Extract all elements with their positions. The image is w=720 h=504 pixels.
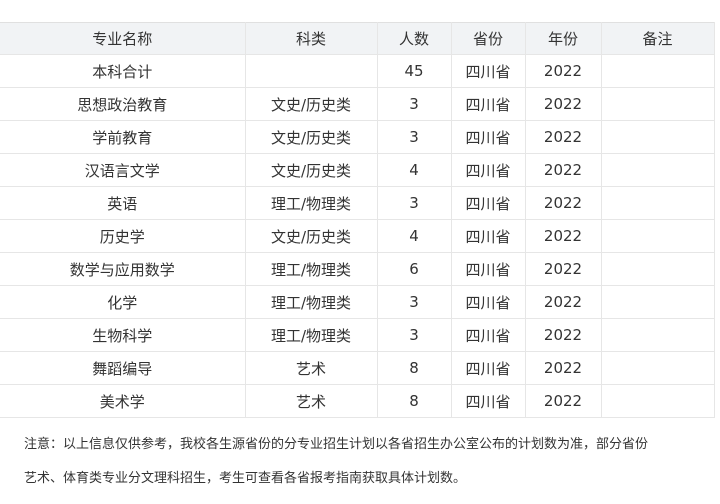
cell-year: 2022 (525, 285, 602, 319)
table-row: 学前教育 文史/历史类 3 四川省 2022 (0, 120, 715, 154)
cell-category: 理工/物理类 (245, 252, 378, 286)
header-remark: 备注 (601, 22, 715, 55)
cell-count: 4 (377, 219, 452, 253)
cell-major-name: 本科合计 (0, 54, 246, 88)
cell-major-name: 学前教育 (0, 120, 246, 154)
cell-province: 四川省 (451, 252, 526, 286)
cell-count: 3 (377, 318, 452, 352)
cell-category: 艺术 (245, 351, 378, 385)
cell-year: 2022 (525, 54, 602, 88)
cell-major-name: 汉语言文学 (0, 153, 246, 187)
cell-remark (601, 54, 715, 88)
cell-category: 艺术 (245, 384, 378, 418)
cell-year: 2022 (525, 384, 602, 418)
cell-remark (601, 87, 715, 121)
cell-category: 文史/历史类 (245, 219, 378, 253)
cell-category: 理工/物理类 (245, 186, 378, 220)
cell-major-name: 化学 (0, 285, 246, 319)
cell-province: 四川省 (451, 285, 526, 319)
cell-remark (601, 318, 715, 352)
disclaimer-line-2: 艺术、体育类专业分文理科招生，考生可查看各省报考指南获取具体计划数。 (24, 471, 467, 486)
cell-category: 理工/物理类 (245, 318, 378, 352)
header-count: 人数 (377, 22, 452, 55)
cell-category: 文史/历史类 (245, 87, 378, 121)
cell-province: 四川省 (451, 87, 526, 121)
disclaimer-line-1: 注意：以上信息仅供参考，我校各生源省份的分专业招生计划以各省招生办公室公布的计划… (24, 437, 649, 452)
cell-remark (601, 120, 715, 154)
cell-count: 4 (377, 153, 452, 187)
cell-major-name: 美术学 (0, 384, 246, 418)
table-row: 英语 理工/物理类 3 四川省 2022 (0, 186, 715, 220)
cell-major-name: 英语 (0, 186, 246, 220)
cell-category: 理工/物理类 (245, 285, 378, 319)
table-row: 历史学 文史/历史类 4 四川省 2022 (0, 219, 715, 253)
admission-plan-table: 专业名称 科类 人数 省份 年份 备注 本科合计 45 四川省 2022 思想政… (0, 22, 715, 418)
cell-province: 四川省 (451, 351, 526, 385)
table-row: 汉语言文学 文史/历史类 4 四川省 2022 (0, 153, 715, 187)
table-body: 本科合计 45 四川省 2022 思想政治教育 文史/历史类 3 四川省 202… (0, 54, 715, 418)
cell-category: 文史/历史类 (245, 153, 378, 187)
table-row: 本科合计 45 四川省 2022 (0, 54, 715, 88)
table-row: 化学 理工/物理类 3 四川省 2022 (0, 285, 715, 319)
cell-major-name: 舞蹈编导 (0, 351, 246, 385)
cell-province: 四川省 (451, 186, 526, 220)
cell-count: 8 (377, 384, 452, 418)
cell-province: 四川省 (451, 384, 526, 418)
cell-year: 2022 (525, 153, 602, 187)
header-year: 年份 (525, 22, 602, 55)
cell-major-name: 思想政治教育 (0, 87, 246, 121)
table-row: 数学与应用数学 理工/物理类 6 四川省 2022 (0, 252, 715, 286)
cell-province: 四川省 (451, 120, 526, 154)
header-province: 省份 (451, 22, 526, 55)
table-row: 美术学 艺术 8 四川省 2022 (0, 384, 715, 418)
table-header: 专业名称 科类 人数 省份 年份 备注 (0, 22, 715, 55)
cell-province: 四川省 (451, 54, 526, 88)
top-margin (0, 0, 720, 22)
cell-major-name: 生物科学 (0, 318, 246, 352)
cell-count: 3 (377, 87, 452, 121)
cell-year: 2022 (525, 252, 602, 286)
table-row: 思想政治教育 文史/历史类 3 四川省 2022 (0, 87, 715, 121)
cell-year: 2022 (525, 186, 602, 220)
cell-count: 3 (377, 285, 452, 319)
cell-remark (601, 252, 715, 286)
header-major-name: 专业名称 (0, 22, 246, 55)
cell-major-name: 数学与应用数学 (0, 252, 246, 286)
cell-count: 3 (377, 186, 452, 220)
cell-remark (601, 186, 715, 220)
table-row: 舞蹈编导 艺术 8 四川省 2022 (0, 351, 715, 385)
cell-count: 3 (377, 120, 452, 154)
cell-remark (601, 384, 715, 418)
cell-year: 2022 (525, 351, 602, 385)
table-row: 生物科学 理工/物理类 3 四川省 2022 (0, 318, 715, 352)
cell-province: 四川省 (451, 153, 526, 187)
cell-year: 2022 (525, 219, 602, 253)
cell-count: 6 (377, 252, 452, 286)
cell-count: 45 (377, 54, 452, 88)
cell-remark (601, 219, 715, 253)
cell-remark (601, 285, 715, 319)
cell-remark (601, 153, 715, 187)
cell-category (245, 54, 378, 88)
cell-province: 四川省 (451, 219, 526, 253)
cell-year: 2022 (525, 318, 602, 352)
cell-year: 2022 (525, 120, 602, 154)
header-category: 科类 (245, 22, 378, 55)
cell-province: 四川省 (451, 318, 526, 352)
cell-major-name: 历史学 (0, 219, 246, 253)
header-row: 专业名称 科类 人数 省份 年份 备注 (0, 22, 715, 55)
cell-remark (601, 351, 715, 385)
cell-category: 文史/历史类 (245, 120, 378, 154)
disclaimer-note: 注意：以上信息仅供参考，我校各生源省份的分专业招生计划以各省招生办公室公布的计划… (24, 428, 714, 496)
cell-count: 8 (377, 351, 452, 385)
cell-year: 2022 (525, 87, 602, 121)
